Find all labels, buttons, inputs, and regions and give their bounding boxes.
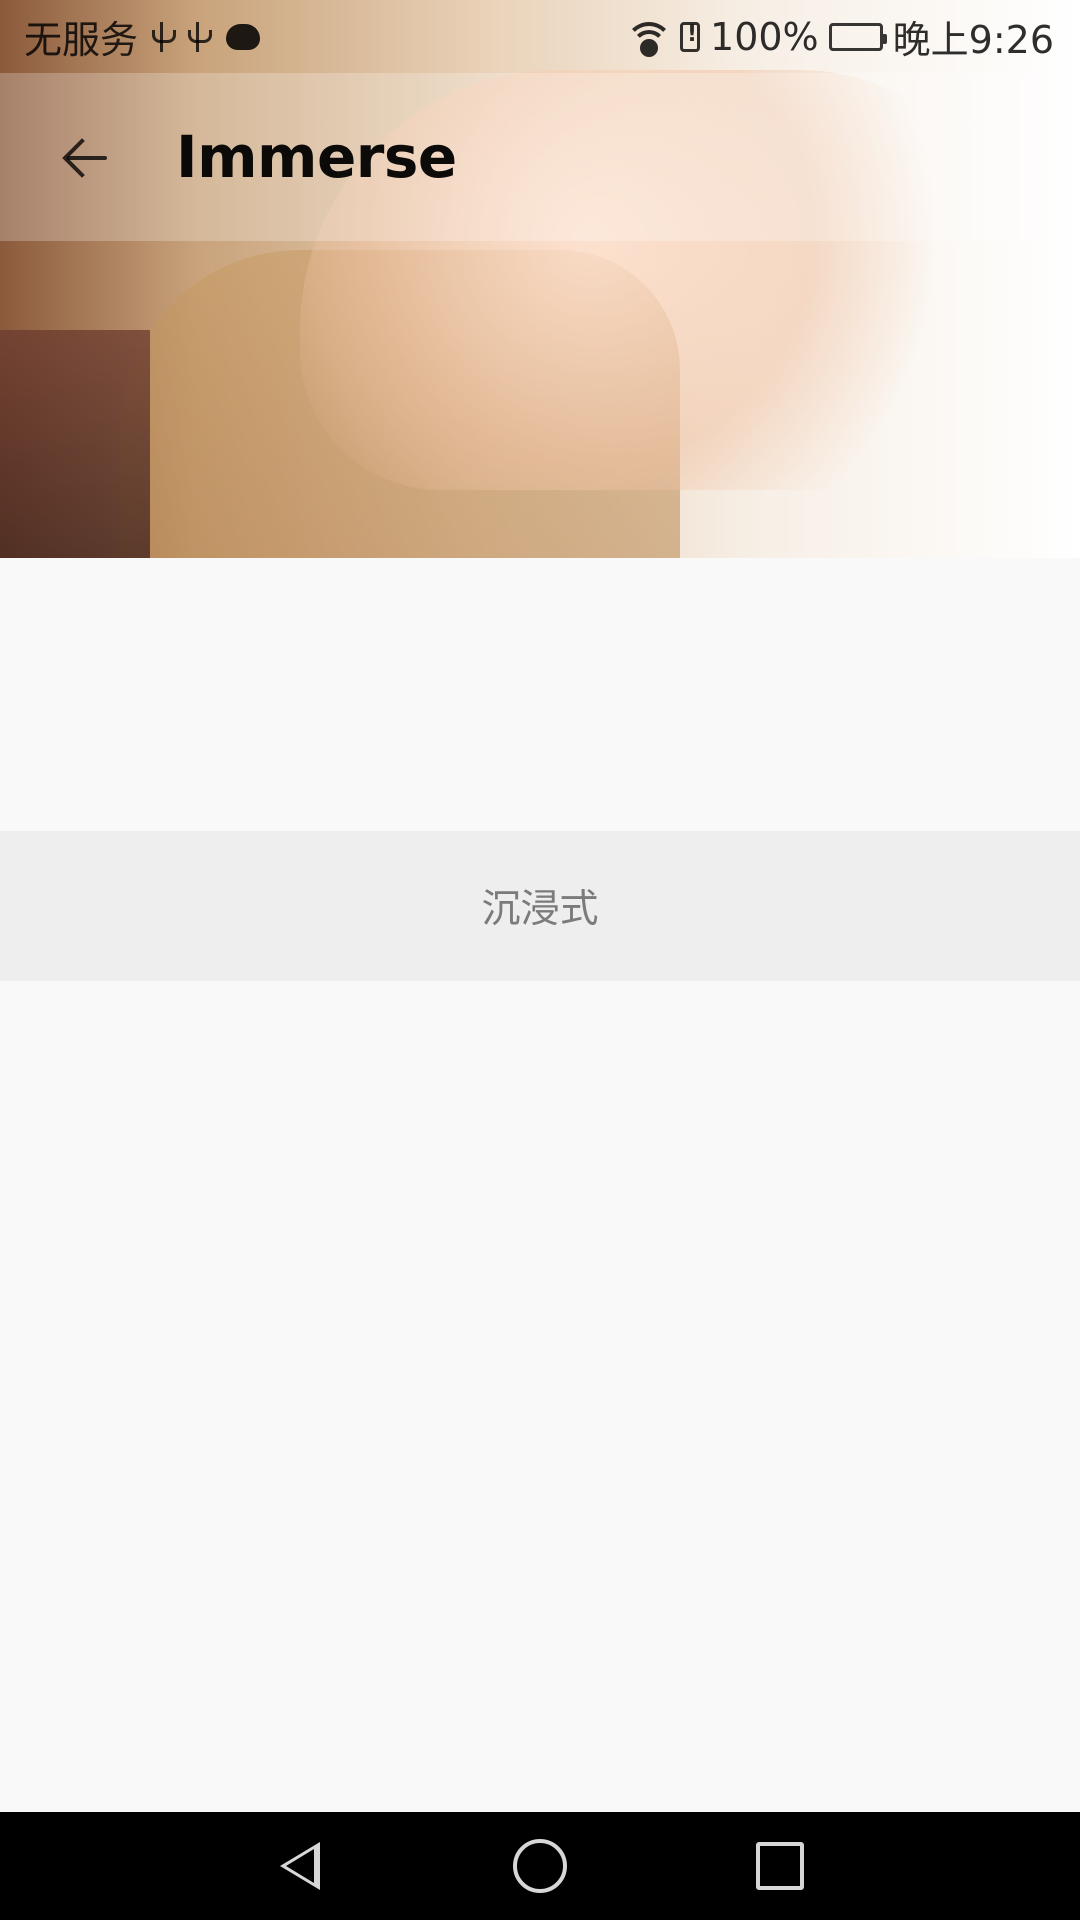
navigation-bar bbox=[0, 1812, 1080, 1920]
back-triangle-icon bbox=[280, 1842, 320, 1890]
recents-square-icon bbox=[756, 1842, 804, 1890]
wifi-icon bbox=[625, 20, 674, 57]
wifi-dot bbox=[640, 38, 659, 57]
battery-percent: 100% bbox=[710, 14, 819, 59]
carrier-label: 无服务 bbox=[24, 18, 139, 62]
home-circle-icon bbox=[513, 1839, 567, 1893]
arrow-left-icon bbox=[63, 135, 107, 179]
nav-back-button[interactable] bbox=[252, 1818, 348, 1914]
cloud-icon bbox=[226, 23, 261, 50]
status-right: 100% 晚上9:26 bbox=[625, 9, 1054, 64]
nav-home-button[interactable] bbox=[492, 1818, 588, 1914]
nav-recents-button[interactable] bbox=[732, 1818, 828, 1914]
battery-icon bbox=[828, 22, 887, 51]
hero-image-region-b bbox=[0, 330, 150, 558]
status-bar: 无服务 100% 晚上9:26 bbox=[0, 0, 1080, 73]
back-button[interactable] bbox=[40, 112, 130, 202]
sim-alert-icon bbox=[680, 21, 701, 52]
immersive-label: 沉浸式 bbox=[481, 887, 599, 932]
usb-icon bbox=[148, 20, 177, 54]
status-left: 无服务 bbox=[24, 9, 261, 64]
status-time: 晚上9:26 bbox=[892, 18, 1054, 62]
app-bar: Immerse bbox=[0, 73, 1080, 241]
usb-icon bbox=[184, 20, 213, 54]
page-title: Immerse bbox=[176, 123, 457, 191]
immersive-panel: 沉浸式 bbox=[0, 831, 1080, 981]
